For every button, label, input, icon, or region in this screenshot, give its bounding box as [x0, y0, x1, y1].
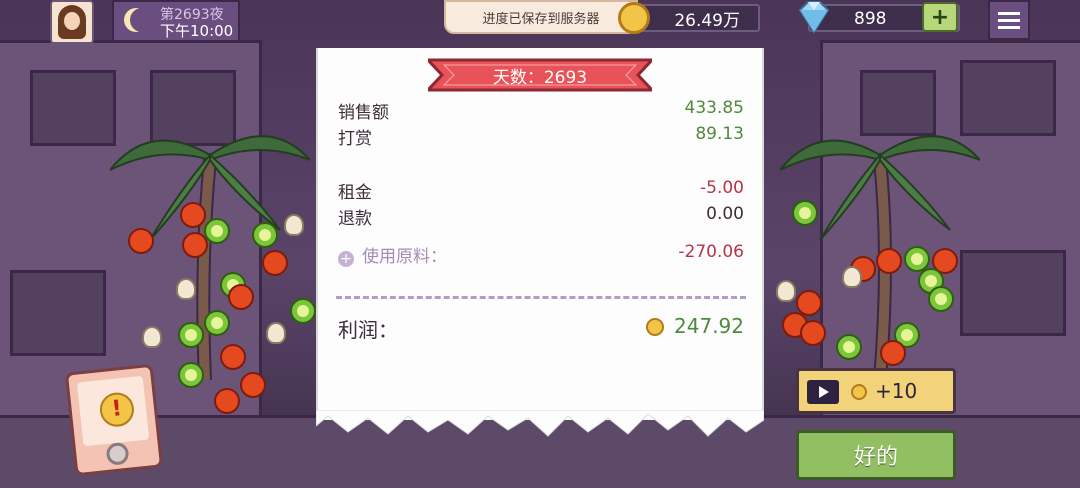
alert-screen: ! [76, 375, 150, 447]
receipt-torn-edge [316, 410, 764, 437]
window [30, 70, 116, 146]
tomato-slice [182, 232, 208, 258]
ingredients-row[interactable]: + 使用原料： -270.06 [338, 242, 744, 267]
lime-slice [178, 322, 204, 348]
rent-label: 租金 [338, 183, 372, 203]
sales-row: 销售额 433.85 [338, 98, 744, 123]
profit-label: 利润： [338, 318, 398, 342]
tomato-slice [220, 344, 246, 370]
lime-slice [792, 200, 818, 226]
sales-label: 销售额 [338, 103, 389, 123]
tips-value: 89.13 [695, 124, 744, 144]
tomato-slice [880, 340, 906, 366]
tips-label: 打赏 [338, 129, 372, 149]
tomato-slice [876, 248, 902, 274]
lime-slice [290, 298, 316, 324]
lime-slice [204, 218, 230, 244]
day-banner-text-wrap: 天数：2693 [428, 58, 652, 92]
tomato-slice [800, 320, 826, 346]
expand-plus-icon: + [338, 251, 354, 267]
phone-home-button [105, 441, 130, 466]
watch-ad-bonus-button[interactable]: +10 [796, 368, 956, 414]
garlic-clove [176, 278, 196, 300]
refund-label: 退款 [338, 209, 372, 229]
lime-slice [836, 334, 862, 360]
coin-icon [646, 318, 664, 336]
tomato-slice [240, 372, 266, 398]
garlic-clove [142, 326, 162, 348]
ingredients-label: 使用原料： [362, 247, 447, 267]
coin-balance: 26.49万 [638, 4, 760, 32]
tomato-slice [128, 228, 154, 254]
tomato-slice [214, 388, 240, 414]
ok-button[interactable]: 好的 [796, 430, 956, 480]
clock-time: 下午10:00 [160, 22, 234, 40]
night-time-panel: 第2693夜 下午10:00 [112, 0, 240, 42]
receipt-divider [336, 296, 746, 299]
profit-value: 247.92 [674, 314, 744, 338]
moon-icon [130, 8, 154, 32]
menu-icon [998, 11, 1020, 15]
alert-phone-card[interactable]: ! [64, 363, 164, 477]
refund-value: 0.00 [706, 204, 744, 224]
lime-slice [204, 310, 230, 336]
coin-icon [618, 2, 650, 34]
avatar-face [64, 12, 80, 30]
video-play-icon [807, 380, 839, 404]
exclamation-icon: ! [98, 390, 136, 429]
tips-row: 打赏 89.13 [338, 124, 744, 149]
tomato-slice [228, 284, 254, 310]
lime-slice [252, 222, 278, 248]
window [10, 270, 106, 356]
garlic-clove [842, 266, 862, 288]
menu-button[interactable] [988, 0, 1030, 40]
tomato-slice [262, 250, 288, 276]
rent-row: 租金 -5.00 [338, 178, 744, 203]
save-toast: 进度已保存到服务器 [444, 0, 638, 34]
rent-value: -5.00 [700, 178, 744, 198]
ad-reward-amount: +10 [875, 379, 918, 403]
lime-slice [178, 362, 204, 388]
add-gems-button[interactable]: + [922, 2, 958, 32]
sales-value: 433.85 [684, 98, 744, 118]
garlic-clove [776, 280, 796, 302]
player-avatar[interactable] [50, 0, 94, 44]
day-counter: 天数：2693 [492, 67, 588, 88]
tomato-slice [180, 202, 206, 228]
coin-icon [851, 384, 867, 400]
lime-slice [928, 286, 954, 312]
ingredients-value: -270.06 [678, 242, 744, 262]
gem-balance: 898 [854, 9, 887, 29]
refund-row: 退款 0.00 [338, 204, 744, 229]
ingredients-toggle[interactable]: + 使用原料： [338, 242, 447, 267]
garlic-clove [266, 322, 286, 344]
garlic-clove [284, 214, 304, 236]
diamond-icon [798, 1, 830, 34]
